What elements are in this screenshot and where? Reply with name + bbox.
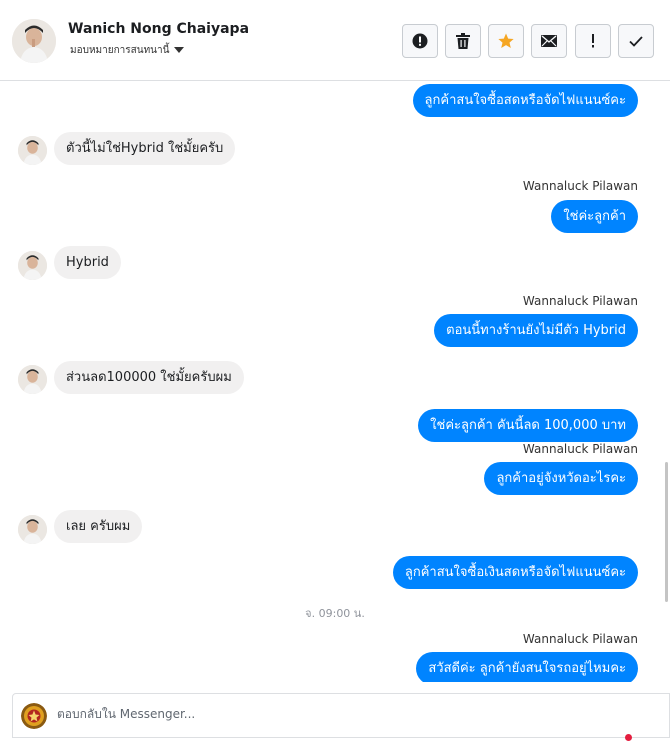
sender-name: Wannaluck Pilawan [522,632,638,646]
contact-avatar-small [18,515,47,544]
outgoing-message[interactable]: ลูกค้าสนใจซื้อเงินสดหรือจัดไฟแนนซ์คะ [392,556,638,589]
contact-avatar-small [18,136,47,165]
reply-input[interactable] [57,707,617,721]
outgoing-message[interactable]: ลูกค้าสนใจซื้อสดหรือจัดไฟแนนซ์คะ [412,84,638,117]
incoming-message[interactable]: Hybrid [54,246,121,279]
trash-icon [456,33,470,49]
mark-unread-button[interactable] [531,24,567,58]
check-icon [629,35,643,47]
star-button[interactable] [488,24,524,58]
envelope-icon [541,35,557,47]
sender-name: Wannaluck Pilawan [522,442,638,456]
outgoing-message[interactable]: สวัสดีค่ะ ลูกค้ายังสนใจรถอยู่ไหมคะ [416,652,638,682]
scrollbar-thumb[interactable] [665,462,668,602]
caret-down-icon [174,47,185,53]
outgoing-message[interactable]: ใช่ค่ะลูกค้า [551,200,638,233]
contact-avatar[interactable] [12,19,56,63]
incoming-message[interactable]: เลย ครับผม [54,510,143,543]
outgoing-message[interactable]: ตอนนี้ทางร้านยังไม่มีตัว Hybrid [434,314,638,347]
exclamation-icon [592,34,594,48]
follow-up-button[interactable] [575,24,611,58]
star-icon [498,33,514,48]
incoming-message[interactable]: ส่วนลด100000 ใช่มั้ยครับผม [54,361,244,394]
outgoing-message[interactable]: ใช่ค่ะลูกค้า คันนี้ลด 100,000 บาท [418,409,638,442]
assign-label: มอบหมายการสนทนานี้ [70,45,170,56]
message-timestamp: จ. 09:00 น. [305,607,365,620]
incoming-message[interactable]: ตัวนี้ไม่ใช่Hybrid ใช่มั้ยครับ [54,132,236,165]
mark-done-button[interactable] [618,24,654,58]
contact-avatar-small [18,251,47,280]
reply-composer [12,693,670,741]
sender-name: Wannaluck Pilawan [522,179,638,193]
alert-button[interactable] [402,24,438,58]
delete-button[interactable] [445,24,481,58]
page-avatar [21,703,47,729]
assign-conversation-dropdown[interactable]: มอบหมายการสนทนานี้ [70,43,185,58]
contact-avatar-small [18,365,47,394]
sender-name: Wannaluck Pilawan [522,294,638,308]
conversation-header: Wanich Nong Chaiyapa มอบหมายการสนทนานี้ [0,0,670,81]
outgoing-message[interactable]: ลูกค้าอยู่จังหวัดอะไรคะ [484,462,638,495]
alert-circle-icon [412,33,428,49]
message-thread[interactable]: ลูกค้าสนใจซื้อสดหรือจัดไฟแนนซ์คะ ตัวนี้ไ… [0,82,670,682]
contact-name[interactable]: Wanich Nong Chaiyapa [68,21,249,37]
